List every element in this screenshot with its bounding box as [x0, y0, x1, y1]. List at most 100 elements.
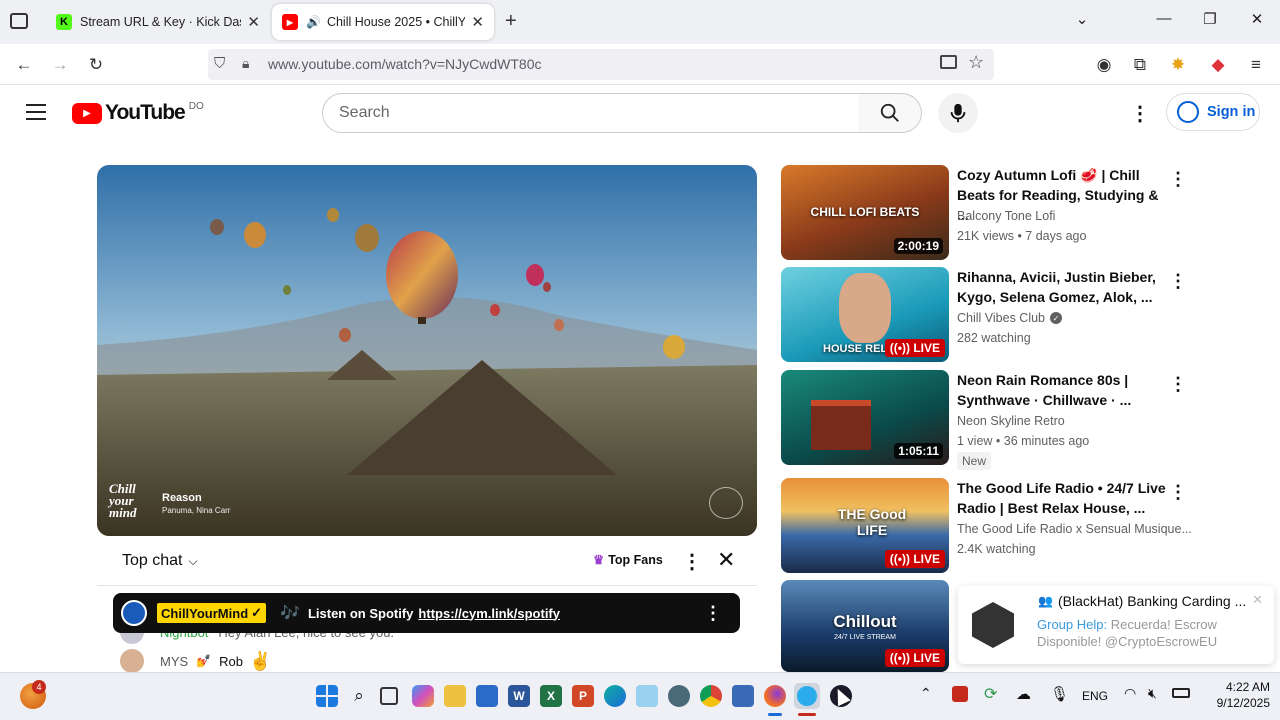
bookmark-star-icon[interactable]: ☆ — [968, 52, 984, 73]
recommended-video[interactable]: THE Good LIFE ((•)) LIVE The Good Life R… — [781, 478, 1280, 573]
telegram-notification[interactable]: 👥 (BlackHat) Banking Carding ... Group H… — [958, 586, 1274, 664]
video-thumbnail[interactable]: 1:05:11 — [781, 370, 949, 465]
telegram-icon[interactable] — [794, 683, 820, 709]
close-window-button[interactable]: ✕ — [1245, 10, 1269, 28]
youtube-logo[interactable]: ▶ YouTube DO — [72, 101, 204, 125]
tab-overview-icon[interactable] — [10, 13, 28, 29]
tab-youtube[interactable]: ▶ 🔊 Chill House 2025 • ChillYou ✕ — [272, 4, 494, 40]
audio-playing-icon[interactable]: 🔊 — [306, 15, 321, 29]
wifi-icon[interactable]: ◠ — [1124, 685, 1136, 702]
app-icon[interactable] — [668, 685, 690, 707]
tab-kick-dashboard[interactable]: K Stream URL & Key · Kick Dashbo ✕ — [46, 4, 270, 40]
video-options-kebab-icon[interactable]: ⋮ — [1169, 169, 1187, 190]
live-broadcast-icon: ((•)) — [889, 552, 914, 566]
video-thumbnail[interactable]: Chillout 24/7 LIVE STREAM ((•)) LIVE — [781, 580, 949, 672]
video-options-kebab-icon[interactable]: ⋮ — [1169, 482, 1187, 503]
brand-line: mind — [109, 505, 137, 520]
pinned-message[interactable]: ChillYourMind ✓ 🎶 Listen on Spotify http… — [113, 593, 740, 633]
new-badge: New — [957, 452, 992, 470]
recommended-video[interactable]: CHILL LOFI BEATS 2:00:19 Cozy Autumn Lof… — [781, 165, 1280, 260]
chat-options-kebab-icon[interactable]: ⋮ — [682, 549, 702, 574]
video-title[interactable]: The Good Life Radio • 24/7 Live Radio | … — [957, 478, 1167, 518]
voice-search-button[interactable] — [938, 93, 978, 133]
duration-badge: 2:00:19 — [893, 238, 943, 254]
extension-cookie-icon[interactable]: ✸ — [1166, 53, 1190, 77]
video-title[interactable]: Rihanna, Avicii, Justin Bieber, Kygo, Se… — [957, 267, 1167, 307]
picture-in-picture-icon[interactable] — [940, 55, 957, 69]
channel-name-text: Chill Vibes Club — [957, 311, 1046, 325]
tray-app-icon[interactable]: ☁ — [1016, 685, 1031, 703]
settings-kebab-icon[interactable]: ⋮ — [1130, 101, 1150, 126]
maximize-button[interactable]: ❐ — [1198, 10, 1222, 28]
close-tab-icon[interactable]: ✕ — [247, 13, 260, 31]
url-text[interactable]: www.youtube.com/watch?v=NJyCwdWT80c — [268, 56, 542, 72]
extensions-icon[interactable]: ⧉ — [1128, 53, 1152, 77]
chat-mode-label: Top chat — [122, 552, 183, 569]
pinned-options-kebab-icon[interactable]: ⋮ — [704, 603, 722, 624]
file-explorer-icon[interactable] — [444, 685, 466, 707]
lock-icon[interactable]: 🔒︎ — [242, 55, 249, 72]
windows-taskbar: 4 ⌕ W X P ⌃ ⟳ ☁ 🎙︎ ENG ◠ 🔇︎ 4:22 AM 9/12… — [0, 672, 1280, 720]
corner-logo-icon — [709, 487, 743, 519]
microphone-tray-icon[interactable]: 🎙︎ — [1050, 685, 1069, 703]
sign-in-button[interactable]: Sign in — [1166, 93, 1260, 131]
clock[interactable]: 4:22 AM 9/12/2025 — [1200, 679, 1270, 711]
channel-name[interactable]: Neon Skyline Retro — [957, 414, 1065, 428]
store-icon[interactable] — [476, 685, 498, 707]
excel-icon[interactable]: X — [540, 685, 562, 707]
list-tabs-icon[interactable]: ⌄ — [1070, 10, 1094, 28]
chrome-icon[interactable] — [700, 685, 722, 707]
minimize-button[interactable]: — — [1152, 10, 1176, 27]
battery-icon[interactable] — [1172, 688, 1190, 698]
extension-eraser-icon[interactable]: ◆ — [1206, 53, 1230, 77]
shield-icon[interactable]: ⛉ — [214, 55, 225, 72]
close-chat-icon[interactable]: ✕ — [717, 547, 735, 573]
video-player[interactable]: Chill your mind Reason Panuma, Nina Carr — [97, 165, 757, 536]
recommended-video[interactable]: HOUSE RELAX ((•)) LIVE Rihanna, Avicii, … — [781, 267, 1280, 362]
copilot-icon[interactable] — [412, 685, 434, 707]
back-button[interactable]: ← — [12, 53, 36, 77]
spotify-link[interactable]: https://cym.link/spotify — [418, 606, 560, 621]
task-view-icon[interactable] — [380, 687, 398, 705]
firefox-icon[interactable] — [764, 685, 786, 707]
pinned-text: Listen on Spotify — [307, 605, 414, 621]
close-notification-icon[interactable]: ✕ — [1252, 592, 1263, 608]
sync-icon[interactable]: ⟳ — [984, 684, 997, 704]
channel-name[interactable]: Chill Vibes Club ✓ — [957, 311, 1063, 325]
close-tab-icon[interactable]: ✕ — [471, 13, 484, 31]
video-title[interactable]: Neon Rain Romance 80s | Synthwave · Chil… — [957, 370, 1167, 410]
menu-icon[interactable]: ≡ — [1244, 53, 1268, 77]
video-options-kebab-icon[interactable]: ⋮ — [1169, 374, 1187, 395]
powerpoint-icon[interactable]: P — [572, 685, 594, 707]
youtube-logo-icon: ▶ — [72, 102, 102, 124]
reload-button[interactable]: ↻ — [84, 53, 108, 77]
video-thumbnail[interactable]: CHILL LOFI BEATS 2:00:19 — [781, 165, 949, 260]
search-taskbar-icon[interactable]: ⌕ — [348, 685, 370, 707]
notepad-icon[interactable] — [636, 685, 658, 707]
video-frame — [97, 165, 757, 536]
tray-app-icon[interactable] — [952, 686, 968, 702]
address-bar[interactable]: ⛉ 🔒︎ www.youtube.com/watch?v=NJyCwdWT80c… — [208, 49, 994, 80]
channel-name[interactable]: The Good Life Radio x Sensual Musique... — [957, 522, 1192, 536]
search-button[interactable] — [858, 93, 922, 133]
windows-start-icon[interactable] — [316, 685, 338, 707]
new-tab-button[interactable]: + — [505, 10, 517, 33]
video-thumbnail[interactable]: HOUSE RELAX ((•)) LIVE — [781, 267, 949, 362]
calculator-icon[interactable] — [732, 685, 754, 707]
word-icon[interactable]: W — [508, 685, 530, 707]
video-thumbnail[interactable]: THE Good LIFE ((•)) LIVE — [781, 478, 949, 573]
language-indicator[interactable]: ENG — [1082, 689, 1108, 703]
guide-menu-icon[interactable] — [26, 104, 46, 120]
search-input[interactable]: Search — [322, 93, 859, 133]
video-options-kebab-icon[interactable]: ⋮ — [1169, 271, 1187, 292]
volume-muted-icon[interactable]: 🔇︎ — [1148, 685, 1157, 702]
recommended-video[interactable]: 1:05:11 Neon Rain Romance 80s | Synthwav… — [781, 370, 1280, 470]
forward-button[interactable]: → — [48, 53, 72, 77]
top-fans-button[interactable]: ♛ Top Fans — [593, 552, 663, 568]
chat-mode-dropdown[interactable]: Top chat ⌵ — [122, 552, 198, 570]
channel-name[interactable]: Balcony Tone Lofi — [957, 209, 1055, 223]
edge-icon[interactable] — [604, 685, 626, 707]
account-icon[interactable]: ◉ — [1092, 53, 1116, 77]
show-hidden-icons[interactable]: ⌃ — [920, 685, 932, 702]
thumbnail-text: THE Good LIFE — [837, 506, 907, 538]
